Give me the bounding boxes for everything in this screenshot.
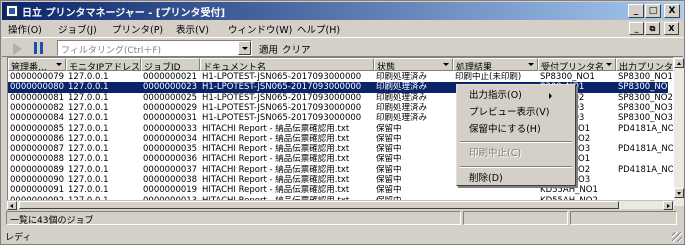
filter-dropdown-icon[interactable]	[528, 63, 534, 66]
column-header-jobid[interactable]: ジョブID	[141, 58, 200, 71]
status-panel	[463, 211, 568, 225]
context-menu-item: 印刷中止(C)	[458, 145, 574, 162]
menu-view[interactable]: 表示(V)	[176, 22, 209, 36]
filter-input[interactable]: フィルタリング(Ctrl＋F)	[61, 46, 161, 56]
chevron-down-icon[interactable]	[238, 41, 251, 55]
menu-operation[interactable]: 操作(O)	[8, 22, 42, 36]
play-icon[interactable]	[13, 43, 22, 55]
title-bar: 日立 プリンタマネージャー - [プリンタ受付] _ □ X	[2, 2, 683, 20]
maximize-button[interactable]: □	[645, 4, 661, 18]
minimize-button[interactable]: _	[628, 4, 644, 18]
context-menu-item-label: 削除(D)	[469, 173, 503, 184]
submenu-arrow-icon	[549, 93, 552, 99]
context-menu-item-label: 保留中にする(H)	[469, 124, 541, 135]
window-title: 日立 プリンタマネージャー - [プリンタ受付]	[22, 8, 226, 19]
close-button[interactable]: X	[664, 4, 680, 18]
scroll-thumb[interactable]	[19, 201, 619, 209]
menu-window[interactable]: ウィンドウ(W)	[228, 22, 292, 36]
menu-separator	[460, 166, 572, 168]
context-menu-item-label: 印刷中止(C)	[469, 148, 522, 159]
column-header-received-printer[interactable]: 受付プリンタ名	[538, 58, 616, 71]
resize-grip-icon[interactable]	[672, 232, 682, 242]
filter-combobox[interactable]: フィルタリング(Ctrl＋F)	[57, 40, 252, 56]
menu-separator	[460, 141, 572, 143]
column-header-no[interactable]: 管理番...	[8, 58, 66, 71]
filter-dropdown-icon[interactable]	[606, 63, 612, 66]
child-close-button[interactable]: X	[664, 22, 679, 35]
scroll-up-icon[interactable]	[674, 58, 684, 68]
child-restore-button[interactable]: ⧉	[645, 22, 660, 35]
column-header-output-printer[interactable]: 出力プリンタ名	[616, 58, 673, 71]
menu-help[interactable]: ヘルプ(H)	[297, 22, 340, 36]
scroll-down-icon[interactable]	[674, 188, 684, 198]
context-menu-item[interactable]: プレビュー表示(V)	[458, 104, 574, 121]
sort-icon	[56, 63, 62, 66]
pause-icon[interactable]	[34, 42, 44, 54]
apply-button[interactable]: 適用	[259, 42, 278, 56]
context-menu: 出力指示(O) プレビュー表示(V) 保留中にする(H) 印刷中止(C) 削除(D)	[456, 84, 576, 186]
column-header-result[interactable]: 処理結果	[453, 58, 538, 71]
context-menu-item[interactable]: 保留中にする(H)	[458, 121, 574, 138]
column-header-ip[interactable]: モニタIPアドレス	[66, 58, 141, 71]
menu-bar: 操作(O) ジョブ(J) プリンタ(P) 表示(V) ウィンドウ(W) ヘルプ(…	[2, 20, 683, 37]
context-menu-item[interactable]: 出力指示(O)	[458, 87, 574, 104]
child-minimize-button[interactable]: _	[629, 22, 644, 35]
menu-job[interactable]: ジョブ(J)	[58, 22, 97, 36]
context-menu-item-label: プレビュー表示(V)	[469, 107, 550, 118]
toolbar: フィルタリング(Ctrl＋F) 適用 クリア	[2, 37, 683, 57]
column-header-document[interactable]: ドキュメント名	[200, 58, 374, 71]
status-panel	[570, 211, 677, 225]
horizontal-scrollbar[interactable]	[7, 200, 674, 210]
context-menu-item-label: 出力指示(O)	[469, 90, 522, 101]
menu-printer[interactable]: プリンタ(P)	[112, 22, 163, 36]
context-menu-item[interactable]: 削除(D)	[458, 170, 574, 187]
clear-button[interactable]: クリア	[282, 42, 311, 56]
vertical-scrollbar[interactable]	[674, 58, 684, 206]
scroll-right-icon[interactable]	[663, 201, 673, 210]
ready-status: レディ	[5, 233, 32, 243]
column-header-state[interactable]: 状態	[374, 58, 453, 71]
job-count-status: 一覧に43個のジョブ	[6, 211, 461, 226]
main-window: 日立 プリンタマネージャー - [プリンタ受付] _ □ X 操作(O) ジョブ…	[0, 0, 685, 245]
filter-dropdown-icon[interactable]	[443, 63, 449, 66]
scroll-left-icon[interactable]	[7, 201, 17, 210]
status-bar: 一覧に43個のジョブ	[2, 211, 683, 226]
app-icon	[6, 5, 18, 17]
